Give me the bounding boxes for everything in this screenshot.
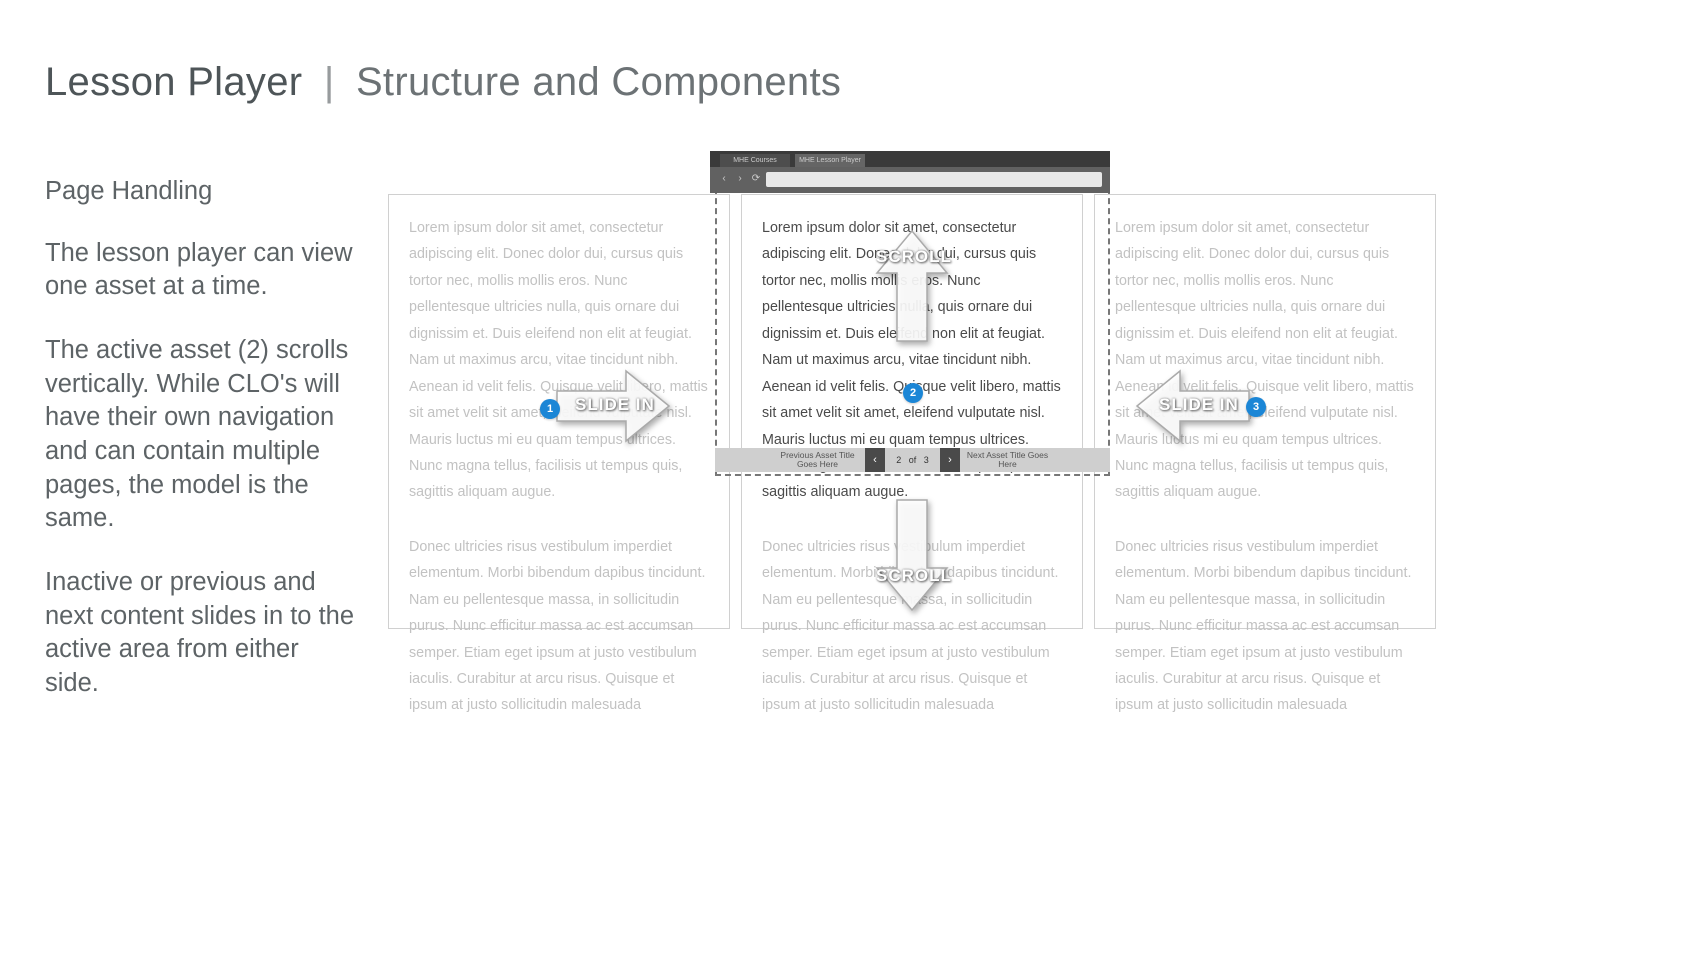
description-column: Page Handling The lesson player can view…: [45, 175, 355, 731]
placeholder-text: Donec ultricies risus vestibulum imperdi…: [1115, 534, 1415, 719]
of-label: of: [909, 455, 917, 465]
scroll-label: SCROLL: [876, 247, 952, 267]
previous-asset-label: Previous Asset Title Goes Here: [770, 451, 865, 470]
previous-button[interactable]: ‹: [865, 448, 885, 472]
placeholder-text: Lorem ipsum dolor sit amet, consectetur …: [1115, 215, 1415, 506]
browser-toolbar: ‹ › ⟳: [710, 167, 1110, 193]
description-paragraph: The active asset (2) scrolls vertically.…: [45, 334, 355, 536]
description-paragraph: The lesson player can view one asset at …: [45, 237, 355, 304]
annotation-marker-2: 2: [903, 383, 923, 403]
chevron-right-icon: ›: [948, 454, 952, 466]
total-pages: 3: [924, 455, 929, 465]
forward-icon[interactable]: ›: [734, 173, 746, 185]
current-page: 2: [896, 455, 901, 465]
pagination-footer: Previous Asset Title Goes Here ‹ 2 of 3 …: [715, 448, 1110, 472]
slide-in-label: SLIDE IN: [1159, 395, 1239, 415]
url-bar[interactable]: [766, 172, 1102, 187]
title-main: Lesson Player: [45, 60, 302, 104]
browser-tab[interactable]: MHE Lesson Player: [795, 154, 865, 167]
placeholder-text: Lorem ipsum dolor sit amet, consectetur …: [409, 215, 709, 506]
scroll-up-arrow-icon: [874, 228, 950, 343]
description-paragraph: Inactive or previous and next content sl…: [45, 566, 355, 701]
annotation-marker-1: 1: [540, 399, 560, 419]
browser-tabstrip: MHE Courses MHE Lesson Player: [710, 151, 1110, 167]
page-title: Lesson Player | Structure and Components: [45, 60, 841, 105]
chevron-left-icon: ‹: [873, 454, 877, 466]
title-sub: Structure and Components: [356, 60, 841, 104]
browser-chrome: MHE Courses MHE Lesson Player ‹ › ⟳: [710, 151, 1110, 193]
page-indicator: 2 of 3: [885, 455, 940, 465]
back-icon[interactable]: ‹: [718, 173, 730, 185]
title-separator: |: [314, 60, 345, 104]
reload-icon[interactable]: ⟳: [750, 173, 762, 185]
placeholder-text: Donec ultricies risus vestibulum imperdi…: [409, 534, 709, 719]
scroll-label: SCROLL: [876, 566, 952, 586]
scroll-down-arrow-icon: [874, 498, 950, 613]
slide-in-label: SLIDE IN: [575, 395, 655, 415]
next-button[interactable]: ›: [940, 448, 960, 472]
browser-tab[interactable]: MHE Courses: [720, 154, 790, 167]
section-heading: Page Handling: [45, 175, 355, 209]
annotation-marker-3: 3: [1246, 397, 1266, 417]
next-asset-label: Next Asset Title Goes Here: [960, 451, 1055, 470]
